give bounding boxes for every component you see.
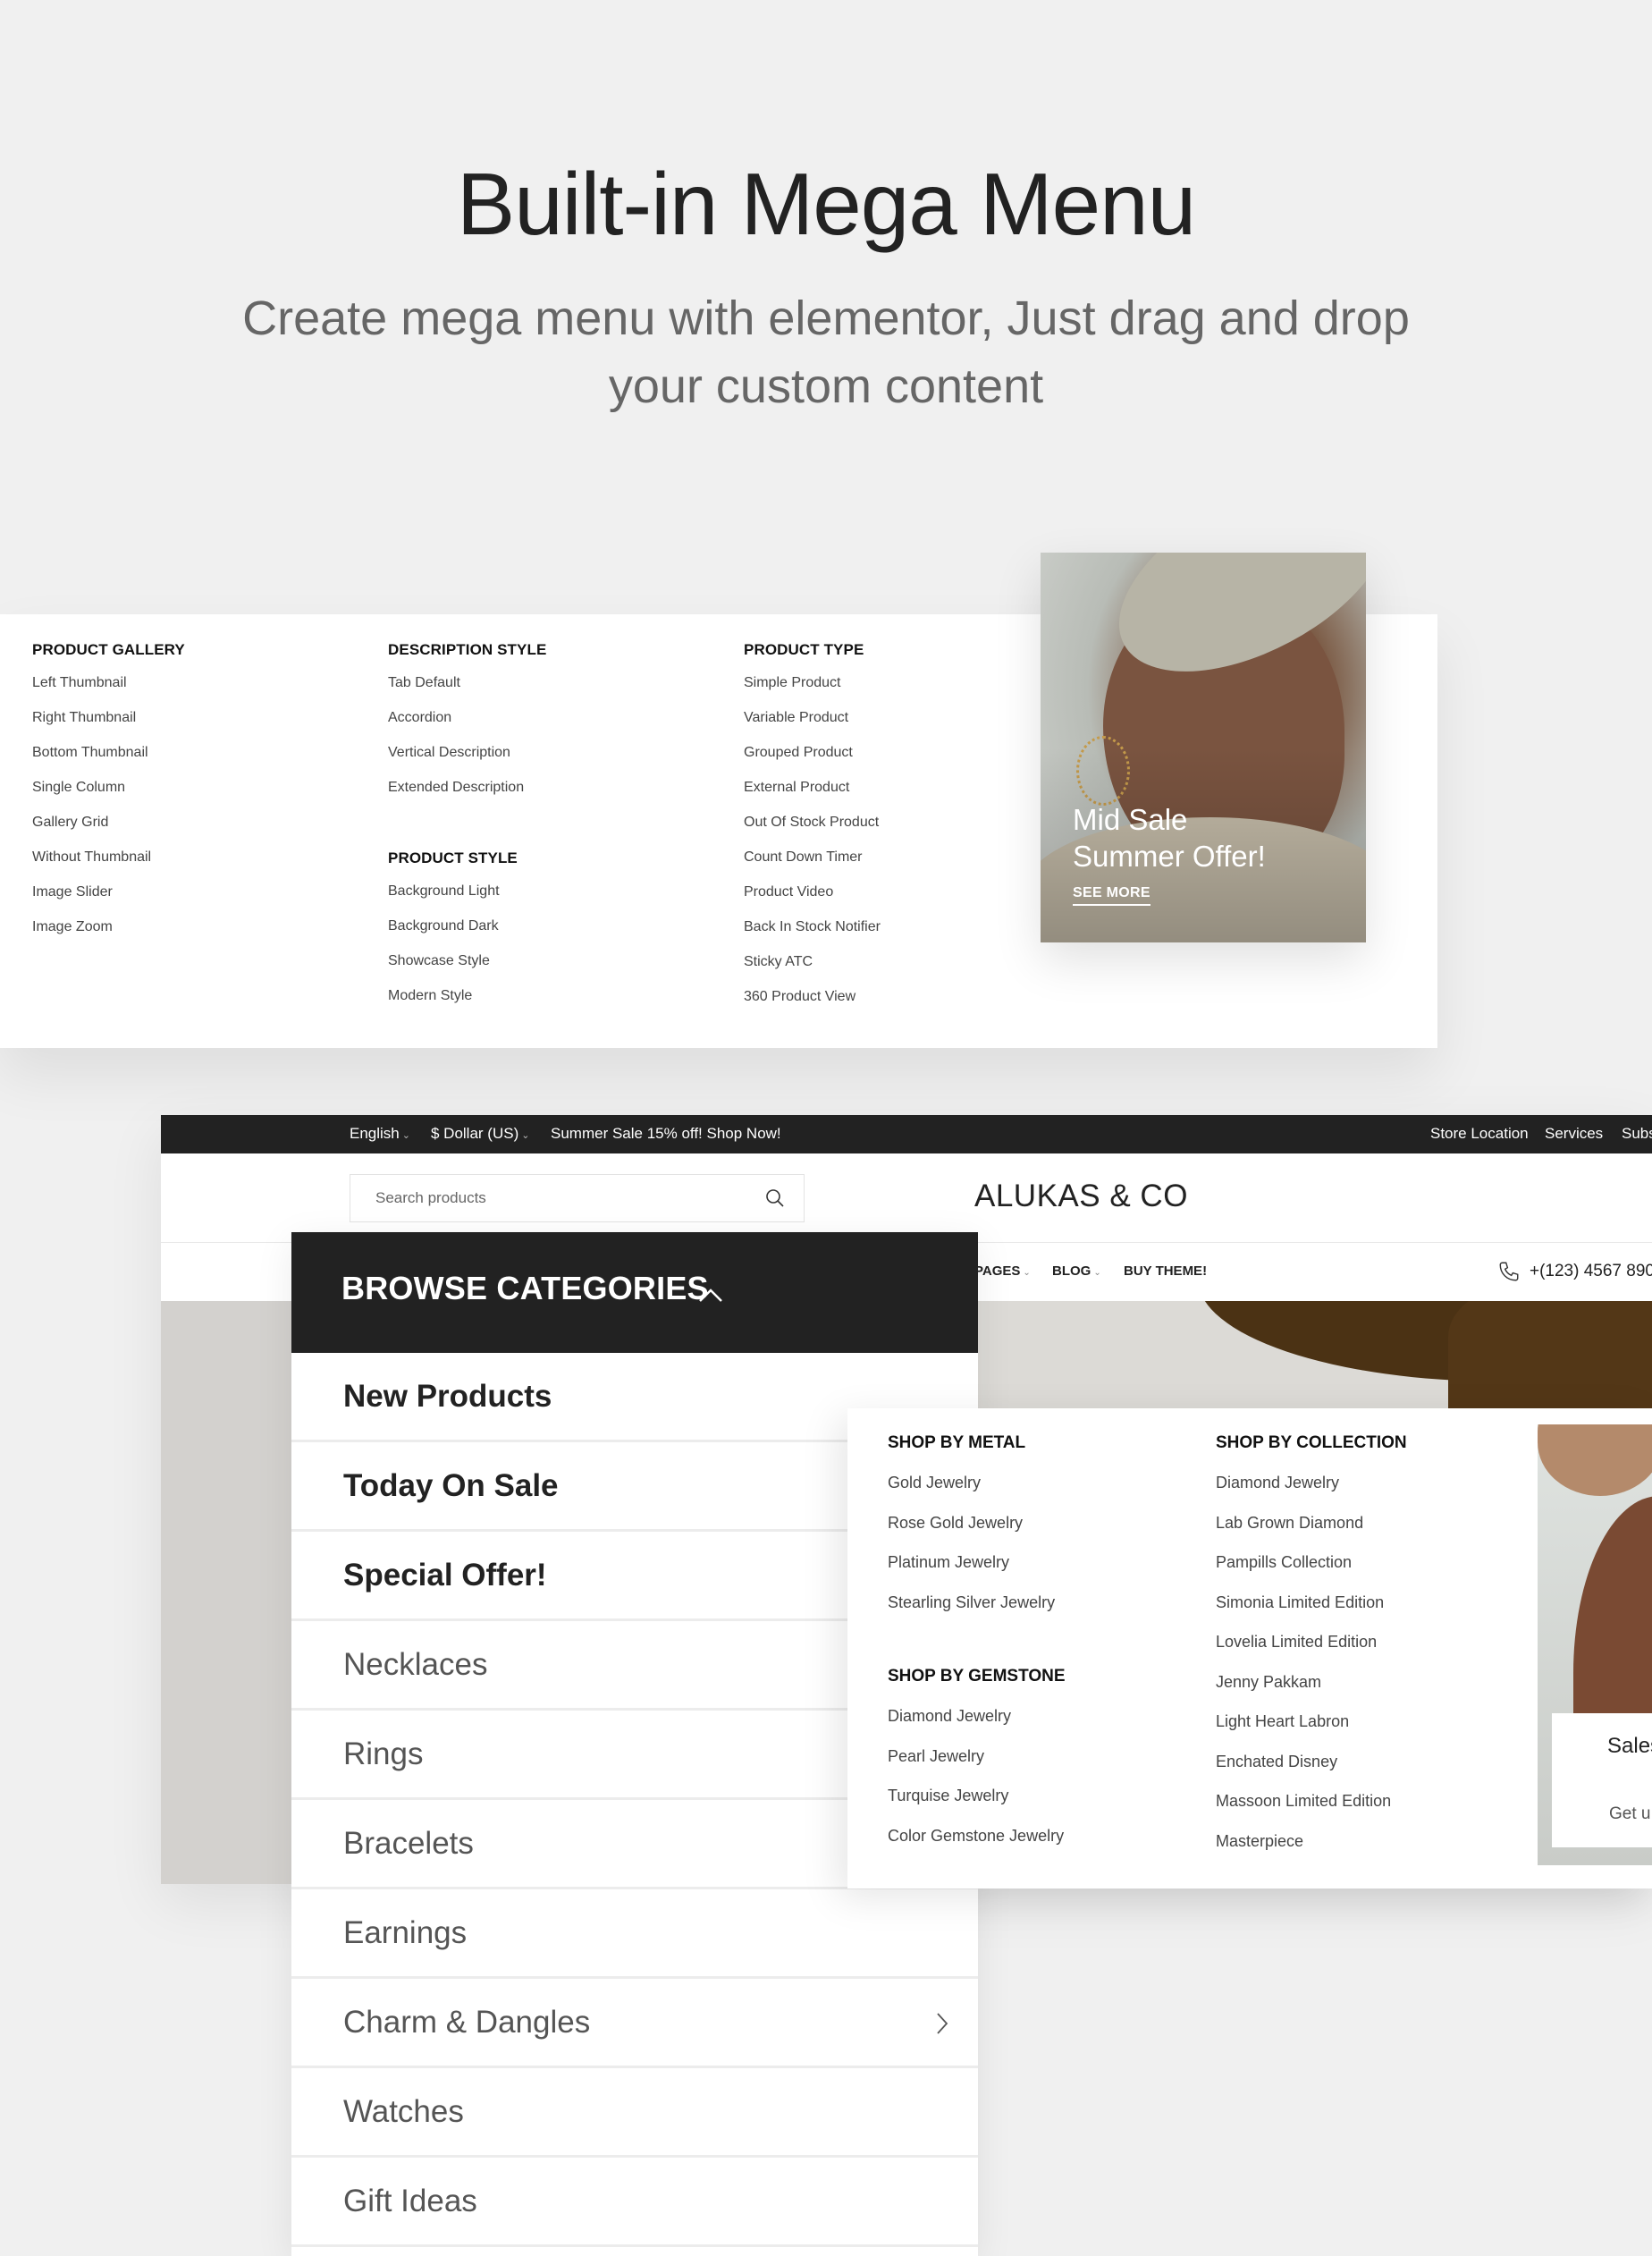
column-product-gallery: PRODUCT GALLERY Left Thumbnail Right Thu…: [32, 641, 185, 952]
menu-link[interactable]: Pampills Collection: [1216, 1550, 1407, 1591]
menu-link[interactable]: Lab Grown Diamond: [1216, 1511, 1407, 1551]
menu-link[interactable]: 360 Product View: [744, 987, 881, 1022]
menu-link[interactable]: Diamond Jewelry: [1216, 1471, 1407, 1511]
menu-link[interactable]: Pearl Jewelry: [888, 1745, 1066, 1785]
menu-link[interactable]: Stearling Silver Jewelry: [888, 1591, 1066, 1631]
column-shop-by-metal: SHOP BY METAL Gold Jewelry Rose Gold Jew…: [888, 1433, 1066, 1863]
product-mega-menu: PRODUCT GALLERY Left Thumbnail Right Thu…: [0, 553, 1437, 1048]
column-heading: SHOP BY METAL: [888, 1433, 1026, 1452]
column-heading: SHOP BY COLLECTION: [1216, 1433, 1407, 1452]
category-item[interactable]: Charm & Dangles: [291, 1979, 978, 2068]
menu-link[interactable]: Modern Style: [388, 986, 546, 1021]
category-item[interactable]: Earnings: [291, 1889, 978, 1979]
category-item[interactable]: Watches: [291, 2068, 978, 2158]
store-location-link[interactable]: Store Location: [1430, 1125, 1529, 1143]
menu-link[interactable]: Bottom Thumbnail: [32, 743, 185, 778]
menu-link[interactable]: Single Column: [32, 778, 185, 813]
menu-link[interactable]: Background Dark: [388, 917, 546, 951]
menu-link[interactable]: Massoon Limited Edition: [1216, 1789, 1407, 1829]
menu-link[interactable]: Product Video: [744, 883, 881, 917]
chevron-down-icon: ⌄: [401, 1130, 410, 1141]
menu-link[interactable]: Background Light: [388, 882, 546, 917]
menu-link[interactable]: Turquise Jewelry: [888, 1784, 1066, 1824]
menu-link[interactable]: Variable Product: [744, 708, 881, 743]
column-heading: PRODUCT STYLE: [388, 849, 518, 866]
site-header: ALUKAS & CO: [161, 1153, 1652, 1243]
menu-link[interactable]: Lovelia Limited Edition: [1216, 1630, 1407, 1670]
subtitle-line-1: Create mega menu with elementor, Just dr…: [242, 292, 1410, 345]
nav-buy-theme[interactable]: BUY THEME!: [1124, 1263, 1207, 1279]
services-link[interactable]: Services: [1545, 1125, 1603, 1143]
menu-link[interactable]: Back In Stock Notifier: [744, 917, 881, 952]
menu-link[interactable]: Diamond Jewelry: [888, 1704, 1066, 1745]
menu-link[interactable]: Grouped Product: [744, 743, 881, 778]
menu-link[interactable]: Left Thumbnail: [32, 673, 185, 708]
menu-link[interactable]: Gallery Grid: [32, 813, 185, 848]
subscribe-link[interactable]: Subs: [1622, 1125, 1652, 1143]
chevron-down-icon: ⌄: [1023, 1268, 1031, 1278]
page-subtitle: Create mega menu with elementor, Just dr…: [223, 284, 1429, 420]
nav-pages[interactable]: PAGES ⌄: [974, 1263, 1031, 1279]
announcement-link[interactable]: Summer Sale 15% off! Shop Now!: [551, 1125, 781, 1143]
page-title: Built-in Mega Menu: [456, 155, 1196, 253]
menu-link[interactable]: Platinum Jewelry: [888, 1550, 1066, 1591]
menu-link[interactable]: Enchated Disney: [1216, 1750, 1407, 1790]
menu-link[interactable]: Simple Product: [744, 673, 881, 708]
chevron-up-icon: [699, 1289, 722, 1302]
menu-link[interactable]: Gold Jewelry: [888, 1471, 1066, 1511]
menu-link[interactable]: Without Thumbnail: [32, 848, 185, 883]
nav-blog[interactable]: BLOG ⌄: [1052, 1263, 1101, 1279]
column-product-type: PRODUCT TYPE Simple Product Variable Pro…: [744, 641, 881, 1022]
menu-link[interactable]: Tab Default: [388, 673, 546, 708]
search-icon[interactable]: [764, 1187, 786, 1209]
promo-title: Sales: [1607, 1734, 1652, 1758]
search-box[interactable]: [350, 1174, 805, 1222]
menu-link[interactable]: Light Heart Labron: [1216, 1710, 1407, 1750]
promo-text: Get u: [1609, 1804, 1651, 1823]
menu-link[interactable]: Accordion: [388, 708, 546, 743]
menu-link[interactable]: External Product: [744, 778, 881, 813]
menu-link[interactable]: Showcase Style: [388, 951, 546, 986]
column-heading: DESCRIPTION STYLE: [388, 641, 547, 658]
menu-link[interactable]: Color Gemstone Jewelry: [888, 1824, 1066, 1864]
search-input[interactable]: [350, 1175, 753, 1221]
promo-title: Mid Sale Summer Offer!: [1073, 803, 1266, 873]
chevron-right-icon: [937, 2013, 948, 2034]
menu-link[interactable]: Simonia Limited Edition: [1216, 1591, 1407, 1631]
column-heading: PRODUCT GALLERY: [32, 641, 185, 658]
menu-link[interactable]: Rose Gold Jewelry: [888, 1511, 1066, 1551]
promo-banner[interactable]: Sales Get u: [1538, 1424, 1652, 1865]
chevron-down-icon: ⌄: [1093, 1268, 1101, 1278]
menu-link[interactable]: Jenny Pakkam: [1216, 1670, 1407, 1711]
browse-categories-toggle[interactable]: BROWSE CATEGORIES: [291, 1232, 978, 1353]
promo-card: Sales Get u: [1552, 1713, 1652, 1847]
language-selector[interactable]: English ⌄: [350, 1125, 410, 1143]
column-shop-by-collection: SHOP BY COLLECTION Diamond Jewelry Lab G…: [1216, 1433, 1407, 1869]
menu-link[interactable]: Out Of Stock Product: [744, 813, 881, 848]
category-item[interactable]: Gift Ideas: [291, 2158, 978, 2247]
menu-link[interactable]: Masterpiece: [1216, 1829, 1407, 1870]
menu-link[interactable]: Sticky ATC: [744, 952, 881, 987]
currency-selector[interactable]: $ Dollar (US) ⌄: [431, 1125, 529, 1143]
menu-link[interactable]: Image Slider: [32, 883, 185, 917]
menu-link[interactable]: Image Zoom: [32, 917, 185, 952]
subtitle-line-2: your custom content: [608, 359, 1044, 413]
menu-link[interactable]: Extended Description: [388, 778, 546, 813]
menu-link[interactable]: Count Down Timer: [744, 848, 881, 883]
menu-link[interactable]: Right Thumbnail: [32, 708, 185, 743]
column-heading: PRODUCT TYPE: [744, 641, 864, 658]
jewelry-mega-menu: SHOP BY METAL Gold Jewelry Rose Gold Jew…: [847, 1408, 1652, 1888]
see-more-link[interactable]: SEE MORE: [1073, 885, 1150, 906]
promo-banner[interactable]: Mid Sale Summer Offer! SEE MORE: [1041, 553, 1366, 942]
chevron-down-icon: ⌄: [521, 1130, 530, 1141]
column-heading: SHOP BY GEMSTONE: [888, 1667, 1066, 1686]
menu-link[interactable]: Vertical Description: [388, 743, 546, 778]
phone-contact[interactable]: +(123) 4567 890: [1497, 1260, 1652, 1283]
site-logo[interactable]: ALUKAS & CO: [974, 1179, 1188, 1214]
column-description-style: DESCRIPTION STYLE Tab Default Accordion …: [388, 641, 546, 1021]
phone-icon: [1499, 1262, 1519, 1281]
top-bar: English ⌄ $ Dollar (US) ⌄ Summer Sale 15% …: [161, 1115, 1652, 1153]
